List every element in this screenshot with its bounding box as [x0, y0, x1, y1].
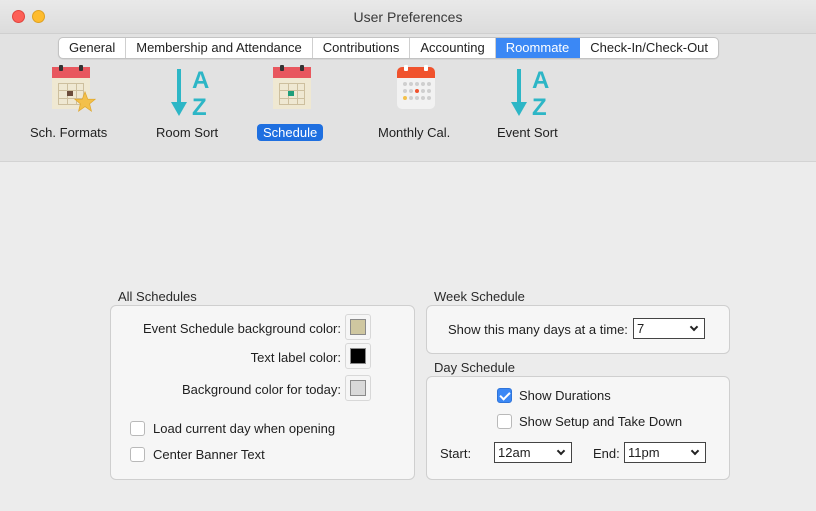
chevron-down-icon — [556, 446, 566, 456]
svg-text:Z: Z — [532, 94, 547, 120]
toolbar-item-event-sort[interactable]: A Z Event Sort — [491, 64, 564, 141]
tab-contributions[interactable]: Contributions — [313, 38, 411, 58]
tab-accounting[interactable]: Accounting — [410, 38, 496, 58]
text-label-color-well[interactable] — [345, 343, 371, 369]
window-title: User Preferences — [353, 9, 463, 25]
tab-check-in-check-out[interactable]: Check-In/Check-Out — [580, 38, 718, 58]
load-current-day-label: Load current day when opening — [153, 421, 336, 436]
event-bg-color-well[interactable] — [345, 314, 371, 340]
toolbar-item-label: Room Sort — [156, 125, 219, 140]
toolbar-item-sch-formats[interactable]: Sch. Formats — [24, 64, 113, 141]
start-time-value: 12am — [498, 445, 531, 460]
text-label-color-swatch — [350, 348, 366, 364]
end-label: End: — [593, 446, 620, 461]
toolbar-item-monthly-cal[interactable]: Monthly Cal. — [372, 64, 456, 141]
svg-text:A: A — [532, 67, 549, 94]
tab-general[interactable]: General — [59, 38, 127, 58]
today-bg-color-well[interactable] — [345, 375, 371, 401]
toolbar-item-label: Schedule — [257, 124, 324, 141]
toolbar-item-schedule[interactable]: Schedule — [257, 64, 324, 141]
monthly-calendar-icon — [384, 64, 444, 122]
today-bg-color-swatch — [350, 380, 366, 396]
show-setup-takedown-label: Show Setup and Take Down — [519, 414, 683, 429]
all-schedules-title: All Schedules — [118, 289, 197, 304]
chevron-down-icon — [690, 446, 700, 456]
start-label: Start: — [440, 446, 472, 461]
toolbar-item-label: Monthly Cal. — [378, 125, 451, 140]
svg-text:A: A — [192, 67, 209, 94]
calendar-star-icon — [39, 64, 99, 122]
calendar-icon — [260, 64, 320, 122]
sort-az-icon: A Z — [497, 64, 557, 122]
load-current-day-checkbox[interactable] — [130, 421, 145, 436]
tab-roommate[interactable]: Roommate — [495, 38, 581, 58]
toolbar-item-label: Sch. Formats — [30, 125, 108, 140]
end-time-select[interactable]: 11pm — [624, 442, 706, 463]
show-setup-takedown-checkbox[interactable] — [497, 414, 512, 429]
days-at-a-time-select[interactable]: 7 — [633, 318, 705, 339]
tab-bar: General Membership and Attendance Contri… — [58, 37, 720, 59]
text-label-color-label: Text label color: — [250, 350, 341, 365]
all-schedules-panel: Event Schedule background color: Text la… — [110, 305, 415, 480]
event-bg-color-label: Event Schedule background color: — [142, 321, 341, 336]
start-time-select[interactable]: 12am — [494, 442, 572, 463]
week-schedule-title: Week Schedule — [434, 289, 525, 304]
toolbar-item-room-sort[interactable]: A Z Room Sort — [150, 64, 224, 141]
toolbar-item-label: Event Sort — [497, 125, 558, 140]
svg-text:Z: Z — [192, 94, 207, 120]
days-at-a-time-value: 7 — [637, 321, 645, 336]
preferences-window: User Preferences General Membership and … — [0, 0, 816, 511]
event-bg-color-swatch — [350, 319, 366, 335]
title-bar: User Preferences — [0, 0, 816, 34]
center-banner-text-label: Center Banner Text — [153, 447, 265, 462]
end-time-value: 11pm — [628, 445, 660, 460]
center-banner-text-checkbox[interactable] — [130, 447, 145, 462]
day-schedule-panel: Show Durations Show Setup and Take Down … — [426, 376, 730, 480]
tab-membership-and-attendance[interactable]: Membership and Attendance — [126, 38, 313, 58]
today-bg-color-label: Background color for today: — [182, 382, 341, 397]
week-schedule-panel: Show this many days at a time: 7 — [426, 305, 730, 354]
day-schedule-title: Day Schedule — [434, 360, 515, 375]
chevron-down-icon — [689, 322, 699, 332]
sort-az-icon: A Z — [157, 64, 217, 122]
show-durations-checkbox[interactable] — [497, 388, 512, 403]
days-at-a-time-label: Show this many days at a time: — [448, 322, 628, 337]
show-durations-label: Show Durations — [519, 388, 611, 403]
